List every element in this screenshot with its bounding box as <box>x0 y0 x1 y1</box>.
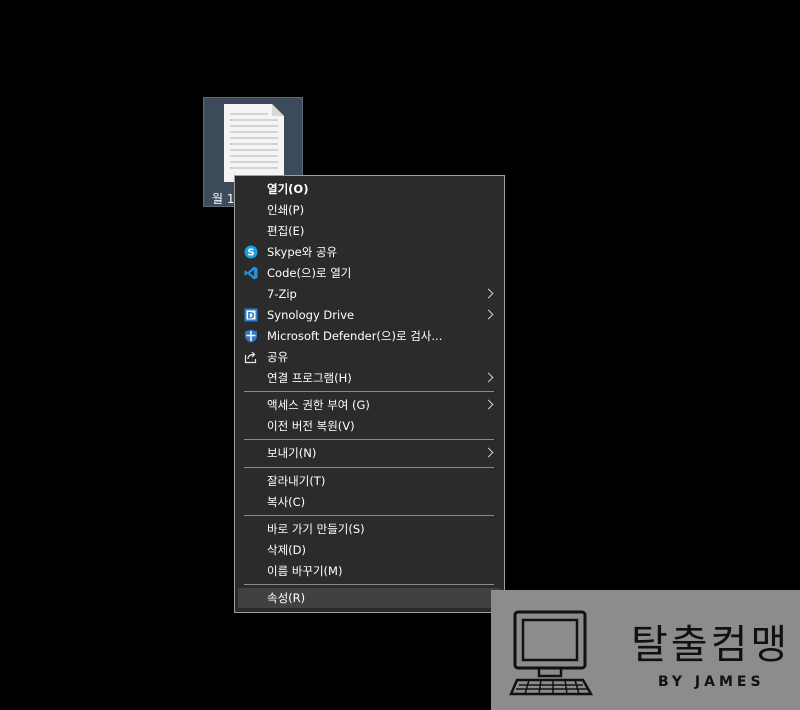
menu-separator <box>244 391 494 392</box>
menu-item-label: 속성(R) <box>267 591 306 605</box>
menu-item-share-skype[interactable]: S Skype와 공유 <box>235 242 504 262</box>
menu-item-label: 액세스 권한 부여 (G) <box>267 398 370 412</box>
menu-item-share[interactable]: 공유 <box>235 347 504 367</box>
skype-icon: S <box>244 245 258 259</box>
menu-item-defender-scan[interactable]: Microsoft Defender(으)로 검사... <box>235 326 504 346</box>
menu-item-label: 열기(O) <box>267 182 309 196</box>
menu-item-send-to[interactable]: 보내기(N) <box>235 443 504 463</box>
menu-item-properties[interactable]: 속성(R) <box>238 588 500 608</box>
menu-item-print[interactable]: 인쇄(P) <box>235 200 504 220</box>
submenu-arrow-icon <box>483 309 494 320</box>
submenu-arrow-icon <box>483 399 494 410</box>
watermark-subtitle: BY JAMES <box>658 674 765 690</box>
submenu-arrow-icon <box>483 447 494 458</box>
menu-item-restore-previous-versions[interactable]: 이전 버전 복원(V) <box>235 416 504 436</box>
menu-item-copy[interactable]: 복사(C) <box>235 492 504 512</box>
menu-item-label: 보내기(N) <box>267 446 317 460</box>
menu-item-open-with[interactable]: 연결 프로그램(H) <box>235 368 504 388</box>
watermark-title: 탈출컴맹 <box>631 622 791 668</box>
menu-item-7zip[interactable]: 7-Zip <box>235 284 504 304</box>
submenu-arrow-icon <box>483 288 494 299</box>
menu-item-label: Synology Drive <box>267 308 355 322</box>
menu-item-label: Skype와 공유 <box>267 245 338 259</box>
menu-item-synology-drive[interactable]: D Synology Drive <box>235 305 504 325</box>
menu-separator <box>244 584 494 585</box>
file-name-label: 월 1 <box>212 192 235 206</box>
menu-item-label: 삭제(D) <box>267 543 306 557</box>
defender-shield-icon <box>245 329 257 343</box>
menu-item-delete[interactable]: 삭제(D) <box>235 540 504 560</box>
menu-item-label: 연결 프로그램(H) <box>267 371 352 385</box>
menu-separator <box>244 439 494 440</box>
menu-item-label: 편집(E) <box>267 224 305 238</box>
menu-item-open[interactable]: 열기(O) <box>235 179 504 199</box>
menu-item-label: Code(으)로 열기 <box>267 266 352 280</box>
share-icon <box>244 351 257 364</box>
svg-text:D: D <box>247 312 254 322</box>
menu-item-label: 7-Zip <box>267 287 297 301</box>
menu-item-rename[interactable]: 이름 바꾸기(M) <box>235 561 504 581</box>
menu-item-label: 바로 가기 만들기(S) <box>267 522 365 536</box>
watermark-logo: 탈출컴맹 BY JAMES <box>491 590 800 710</box>
vscode-icon <box>244 266 258 280</box>
synology-drive-icon: D <box>244 308 258 322</box>
menu-separator <box>244 467 494 468</box>
text-document-icon <box>224 104 284 182</box>
menu-item-label: Microsoft Defender(으)로 검사... <box>267 329 443 343</box>
svg-text:S: S <box>247 248 254 259</box>
menu-separator <box>244 515 494 516</box>
computer-monitor-icon <box>509 610 594 696</box>
menu-item-label: 복사(C) <box>267 495 306 509</box>
submenu-arrow-icon <box>483 372 494 383</box>
menu-item-label: 잘라내기(T) <box>267 474 326 488</box>
menu-item-label: 공유 <box>267 350 289 364</box>
context-menu: 열기(O) 인쇄(P) 편집(E) S Skype와 공유 Code(으)로 열… <box>234 175 505 613</box>
menu-item-label: 인쇄(P) <box>267 203 305 217</box>
menu-item-cut[interactable]: 잘라내기(T) <box>235 471 504 491</box>
menu-item-create-shortcut[interactable]: 바로 가기 만들기(S) <box>235 519 504 539</box>
menu-item-edit[interactable]: 편집(E) <box>235 221 504 241</box>
menu-item-label: 이름 바꾸기(M) <box>267 564 343 578</box>
menu-item-give-access[interactable]: 액세스 권한 부여 (G) <box>235 395 504 415</box>
menu-item-open-with-code[interactable]: Code(으)로 열기 <box>235 263 504 283</box>
menu-item-label: 이전 버전 복원(V) <box>267 419 355 433</box>
